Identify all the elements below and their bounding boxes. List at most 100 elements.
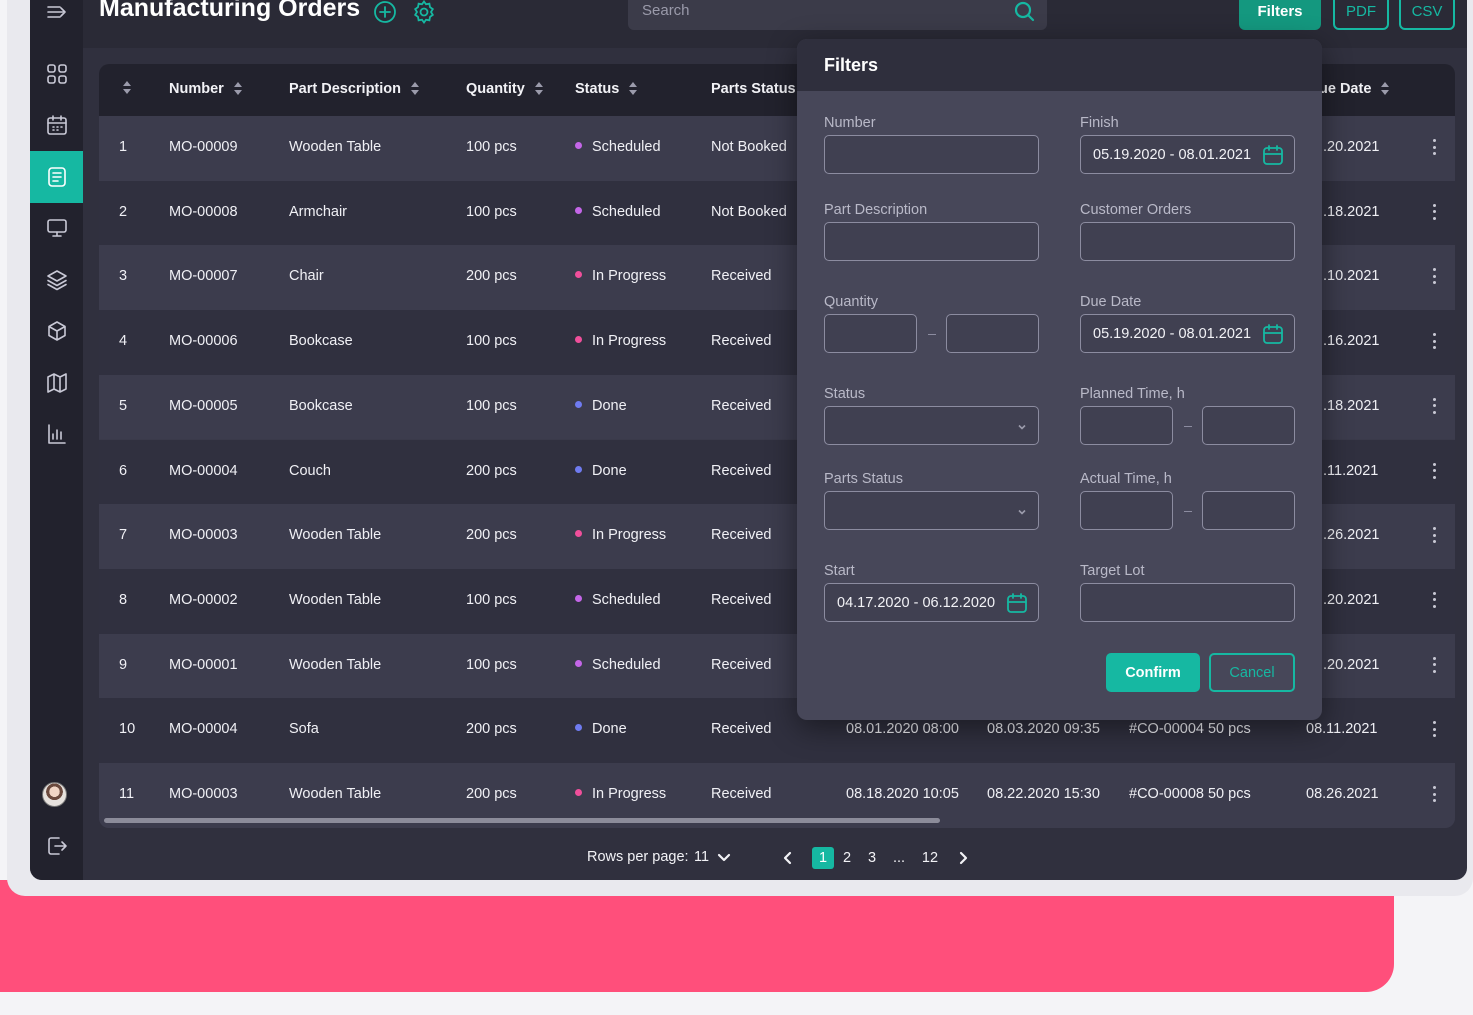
more-options-icon[interactable] [1433,527,1437,545]
page-button-3[interactable]: 3 [861,847,883,869]
parts-status-select[interactable] [824,491,1039,530]
more-options-icon[interactable] [1433,786,1437,804]
sort-icon [629,82,638,96]
sidebar-item-monitor[interactable] [30,202,83,254]
cell-quantity: 100 pcs [466,656,517,673]
more-options-icon[interactable] [1433,721,1437,739]
next-page-button[interactable] [955,850,971,866]
pagination: Rows per page: 11 1 2 3 ... 12 [30,847,1467,869]
filters-button[interactable]: Filters [1239,0,1321,30]
menu-toggle-icon [46,6,66,18]
cell-quantity: 100 pcs [466,333,517,350]
actual-time-min-field[interactable] [1080,491,1173,530]
settings-button[interactable] [411,0,437,25]
status-dot [575,594,582,602]
cell-status: Done [575,721,627,737]
rows-per-page-label: Rows per page: [587,849,689,865]
cell-number: MO-00001 [169,656,238,673]
add-order-button[interactable] [372,0,398,25]
page-button-1[interactable]: 1 [812,847,834,869]
more-options-icon[interactable] [1433,139,1437,157]
planned-time-min-field[interactable] [1080,406,1173,445]
cell-status: In Progress [575,786,666,802]
page-title: Manufacturing Orders [99,0,361,22]
sidebar-item-calendar[interactable] [30,99,83,151]
page-button-2[interactable]: 2 [836,847,858,869]
actual-time-max-field[interactable] [1202,491,1295,530]
cell-due-date: .26.2021 [1323,527,1380,544]
sidebar-item-products[interactable] [30,305,83,357]
cell-status: In Progress [575,527,666,543]
avatar[interactable] [42,782,67,807]
calendar-icon[interactable] [1006,593,1028,614]
cell-start: 08.18.2020 10:05 [846,786,959,802]
export-csv-button[interactable]: CSV [1399,0,1455,30]
column-header-status[interactable]: Status [575,81,638,97]
customer-orders-field[interactable] [1080,222,1295,261]
cell-index: 6 [119,462,128,479]
more-options-icon[interactable] [1433,268,1437,286]
column-header-part-description[interactable]: Part Description [289,81,419,97]
status-select[interactable] [824,406,1039,445]
cell-status: Scheduled [575,592,661,608]
more-options-icon[interactable] [1433,203,1437,222]
cell-status: Done [575,398,627,414]
cell-status: In Progress [575,333,666,349]
status-dot [575,530,582,538]
status-dot [575,789,582,796]
filters-panel: Filters Number Finish 05.19.2020 - 08.01… [797,39,1322,720]
number-label: Number [824,115,876,131]
chevron-down-icon [1016,420,1028,432]
menu-toggle-button[interactable] [30,0,83,38]
finish-date-range-field[interactable]: 05.19.2020 - 08.01.2021 [1080,135,1295,174]
search-icon[interactable] [1013,0,1035,22]
sort-icon [1381,82,1390,96]
sidebar-item-dashboard[interactable] [30,48,83,100]
column-header-number[interactable]: Number [169,81,242,97]
cube-icon [47,321,66,341]
page-button-12[interactable]: 12 [919,847,941,869]
column-header-due-date[interactable]: ue Date [1319,81,1390,97]
part-description-field[interactable] [824,222,1039,261]
start-date-range-field[interactable]: 04.17.2020 - 06.12.2020 [824,583,1039,622]
cancel-button[interactable]: Cancel [1209,653,1295,692]
pink-background-panel [0,880,1394,992]
quantity-max-field[interactable] [946,314,1039,353]
cell-customer-orders: #CO-00004 50 pcs [1129,721,1251,738]
calendar-icon[interactable] [1262,324,1284,345]
cell-due-date: .20.2021 [1323,139,1380,155]
column-header-quantity[interactable]: Quantity [466,81,543,97]
sidebar-item-reports[interactable] [30,408,83,460]
export-pdf-button[interactable]: PDF [1333,0,1389,30]
rows-per-page-select[interactable]: 11 [694,849,709,865]
customer-orders-label: Customer Orders [1080,202,1192,218]
cell-due-date: .16.2021 [1323,333,1380,350]
sidebar-item-orders[interactable] [30,151,83,203]
number-field[interactable] [824,135,1039,174]
cell-number: MO-00006 [169,333,238,350]
quantity-min-field[interactable] [824,314,917,353]
planned-time-max-field[interactable] [1202,406,1295,445]
calendar-icon[interactable] [1262,145,1284,166]
column-header-index[interactable] [123,81,131,95]
chevron-down-icon[interactable] [716,850,732,866]
sidebar-item-layers[interactable] [30,254,83,306]
chevron-down-icon [1016,505,1028,517]
sidebar-item-map[interactable] [30,357,83,409]
more-options-icon[interactable] [1433,333,1437,351]
prev-page-button[interactable] [780,850,796,866]
cell-part-description: Chair [289,268,324,285]
cell-index: 7 [119,527,128,544]
search-input[interactable] [642,0,1002,22]
cell-due-date: .10.2021 [1323,268,1380,285]
target-lot-field[interactable] [1080,583,1295,622]
cell-number: MO-00007 [169,268,238,285]
more-options-icon[interactable] [1433,397,1437,416]
more-options-icon[interactable] [1433,462,1437,481]
more-options-icon[interactable] [1433,656,1437,675]
due-date-range-field[interactable]: 05.19.2020 - 08.01.2021 [1080,314,1295,353]
horizontal-scrollbar[interactable] [104,818,940,823]
column-header-parts-status[interactable]: Parts Status [711,81,796,97]
confirm-button[interactable]: Confirm [1106,653,1200,692]
more-options-icon[interactable] [1433,591,1437,610]
